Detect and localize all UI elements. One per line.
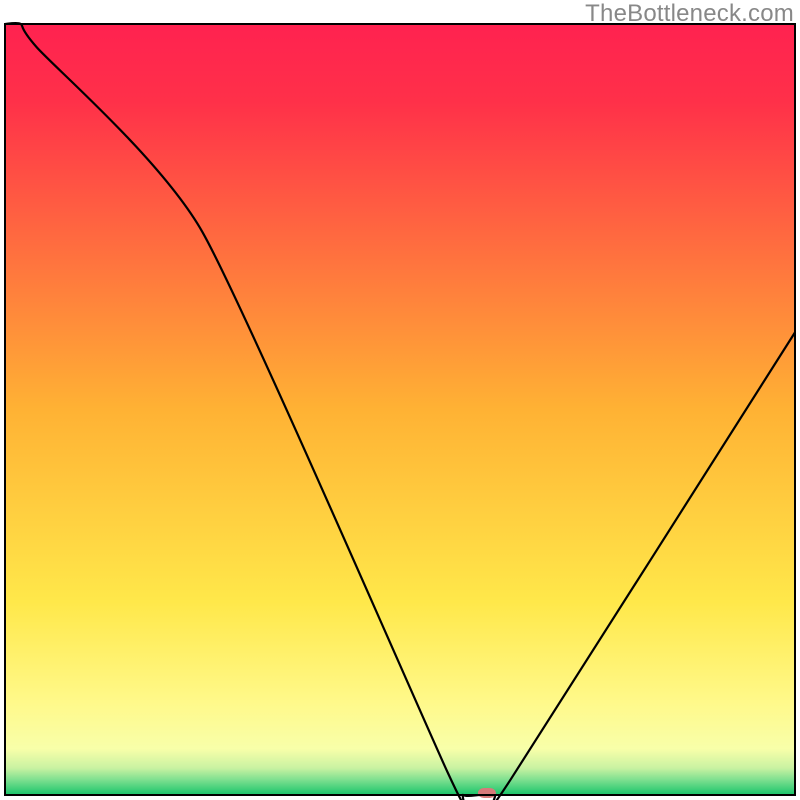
chart-svg xyxy=(0,0,800,800)
chart-background xyxy=(5,24,795,795)
chart-marker xyxy=(478,788,496,798)
bottleneck-chart: TheBottleneck.com xyxy=(0,0,800,800)
watermark-text: TheBottleneck.com xyxy=(585,0,794,28)
